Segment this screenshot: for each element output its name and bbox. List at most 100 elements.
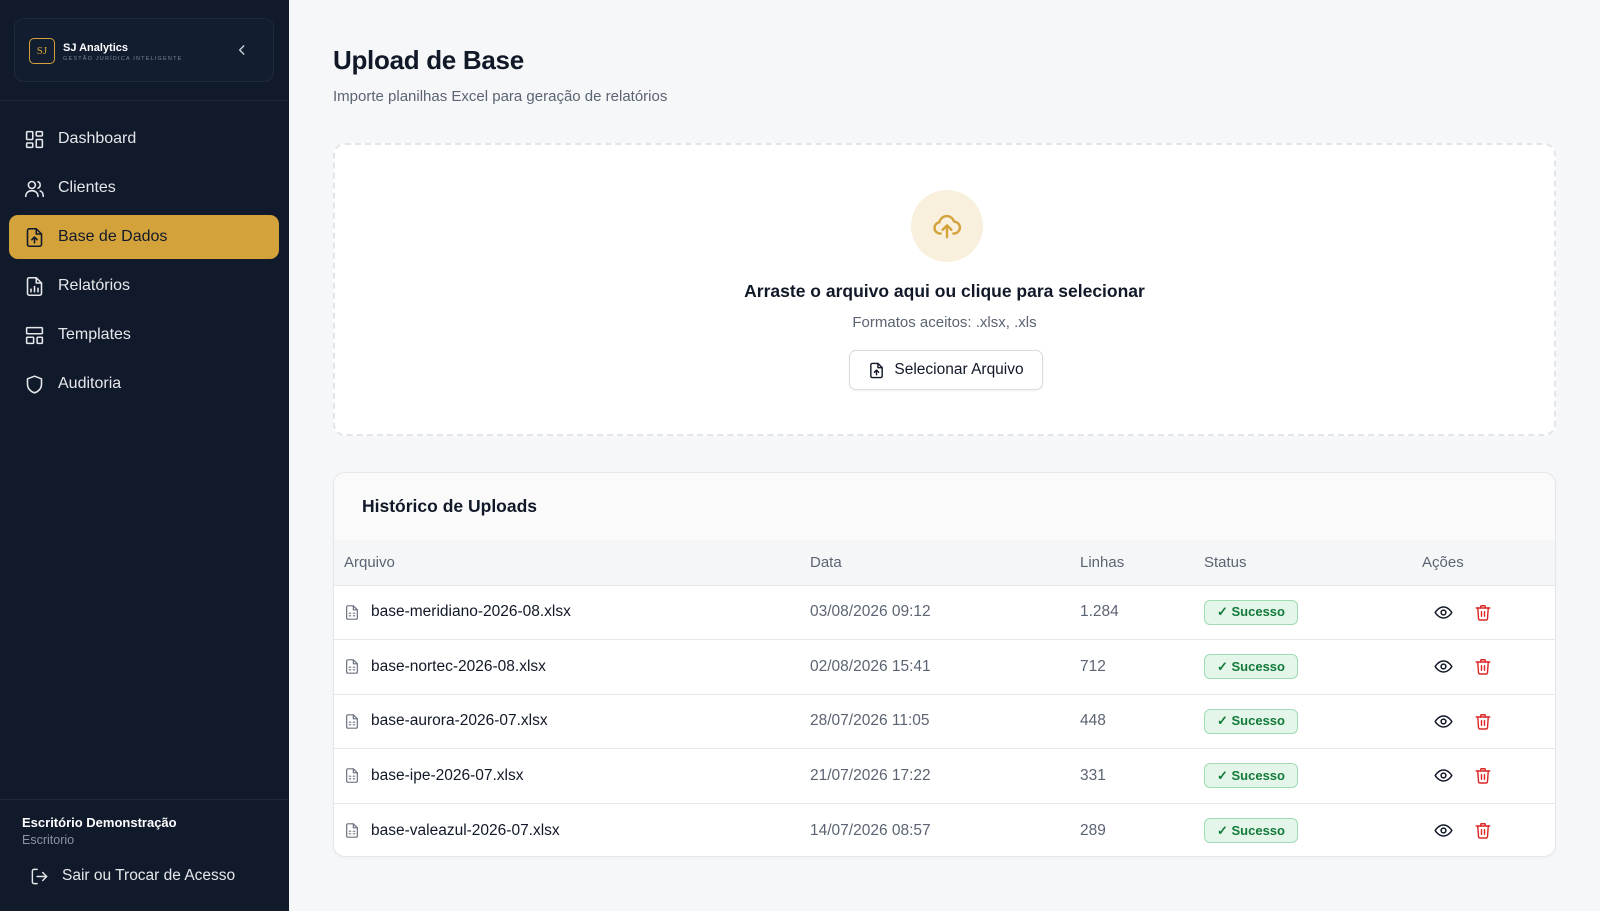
file-name: base-valeazul-2026-07.xlsx bbox=[371, 821, 560, 839]
upload-history-title: Histórico de Uploads bbox=[362, 496, 538, 516]
view-button[interactable] bbox=[1432, 710, 1454, 732]
trash-icon bbox=[1475, 604, 1491, 621]
file-upload-icon bbox=[868, 362, 885, 379]
table-row: base-meridiano-2026-08.xlsx 03/08/2026 0… bbox=[334, 585, 1555, 640]
file-name: base-ipe-2026-07.xlsx bbox=[371, 766, 524, 784]
logout-label: Sair ou Trocar de Acesso bbox=[62, 867, 236, 884]
sidebar-item-label: Relatórios bbox=[58, 277, 131, 294]
dropzone-formats: Formatos aceitos: .xlsx, .xls bbox=[852, 314, 1037, 331]
report-icon bbox=[23, 275, 45, 297]
eye-icon bbox=[1433, 605, 1453, 619]
users-icon bbox=[23, 177, 45, 199]
upload-date: 14/07/2026 08:57 bbox=[810, 821, 931, 839]
column-header-acoes: Ações bbox=[1422, 540, 1555, 586]
spreadsheet-file-icon bbox=[344, 713, 361, 730]
delete-button[interactable] bbox=[1472, 601, 1494, 623]
sidebar-footer-divider bbox=[0, 799, 289, 800]
table-row: base-valeazul-2026-07.xlsx 14/07/2026 08… bbox=[334, 803, 1555, 856]
spreadsheet-file-icon bbox=[344, 767, 361, 784]
brand-tagline: GESTÃO JURÍDICA INTELIGENTE bbox=[63, 56, 183, 62]
status-badge: ✓ Sucesso bbox=[1204, 818, 1298, 843]
trash-icon bbox=[1475, 713, 1491, 730]
upload-date: 21/07/2026 17:22 bbox=[810, 748, 1080, 804]
status-badge: ✓ Sucesso bbox=[1204, 708, 1298, 734]
delete-button[interactable] bbox=[1472, 765, 1494, 787]
delete-button[interactable] bbox=[1472, 820, 1494, 842]
sidebar-item-base-de-dados[interactable]: Base de Dados bbox=[9, 215, 279, 259]
sidebar-item-label: Templates bbox=[58, 326, 131, 343]
cloud-upload-icon bbox=[911, 190, 983, 262]
file-upload-icon bbox=[23, 226, 45, 248]
file-name: base-aurora-2026-07.xlsx bbox=[371, 712, 548, 730]
upload-history-card: Histórico de Uploads Arquivo Data Linhas… bbox=[333, 472, 1556, 857]
file-name: base-meridiano-2026-08.xlsx bbox=[371, 603, 571, 621]
upload-date: 02/08/2026 15:41 bbox=[810, 639, 1080, 695]
column-header-status: Status bbox=[1204, 540, 1422, 586]
spreadsheet-file-icon bbox=[344, 604, 361, 621]
eye-icon bbox=[1433, 824, 1453, 837]
row-count: 331 bbox=[1080, 748, 1204, 804]
sidebar-item-auditoria[interactable]: Auditoria bbox=[9, 362, 279, 406]
sidebar-item-relatorios[interactable]: Relatórios bbox=[9, 264, 279, 308]
view-button[interactable] bbox=[1432, 601, 1454, 623]
dashboard-icon bbox=[23, 128, 45, 150]
file-dropzone[interactable]: Arraste o arquivo aqui ou clique para se… bbox=[333, 143, 1556, 436]
layout-icon bbox=[23, 324, 45, 346]
view-button[interactable] bbox=[1432, 765, 1454, 787]
upload-date: 28/07/2026 11:05 bbox=[810, 694, 1080, 749]
sidebar-item-clientes[interactable]: Clientes bbox=[9, 166, 279, 210]
sidebar-item-templates[interactable]: Templates bbox=[9, 313, 279, 357]
chevron-left-icon bbox=[238, 45, 245, 55]
upload-date: 03/08/2026 09:12 bbox=[810, 585, 1080, 640]
row-count: 712 bbox=[1080, 639, 1204, 695]
sidebar-divider bbox=[0, 100, 289, 101]
row-count: 448 bbox=[1080, 694, 1204, 749]
file-name: base-nortec-2026-08.xlsx bbox=[371, 657, 546, 675]
upload-history-header: Histórico de Uploads bbox=[334, 473, 1555, 540]
sidebar-item-label: Dashboard bbox=[58, 130, 137, 147]
table-header-row: Arquivo Data Linhas Status Ações bbox=[334, 540, 1555, 586]
sidebar-item-label: Base de Dados bbox=[58, 228, 168, 245]
delete-button[interactable] bbox=[1472, 656, 1494, 678]
delete-button[interactable] bbox=[1472, 710, 1494, 732]
view-button[interactable] bbox=[1432, 820, 1454, 842]
sidebar-item-dashboard[interactable]: Dashboard bbox=[9, 117, 279, 161]
column-header-data: Data bbox=[810, 540, 1080, 586]
logout-button[interactable]: Sair ou Trocar de Acesso bbox=[30, 866, 235, 886]
office-name: Escritório Demonstração bbox=[22, 815, 177, 830]
brand-name: SJ Analytics bbox=[63, 42, 129, 54]
eye-icon bbox=[1433, 660, 1453, 674]
table-row: base-nortec-2026-08.xlsx 02/08/2026 15:4… bbox=[334, 639, 1555, 695]
spreadsheet-file-icon bbox=[344, 822, 361, 839]
eye-icon bbox=[1433, 714, 1453, 728]
sidebar-item-label: Clientes bbox=[58, 179, 116, 196]
row-count: 289 bbox=[1080, 821, 1106, 839]
status-badge: ✓ Sucesso bbox=[1204, 599, 1298, 625]
logout-icon bbox=[30, 866, 50, 886]
select-file-button[interactable]: Selecionar Arquivo bbox=[849, 350, 1043, 390]
trash-icon bbox=[1475, 659, 1491, 675]
sidebar-nav: Dashboard Clientes Base de Dados Relatór… bbox=[9, 117, 279, 411]
brand-card: SJ SJ Analytics GESTÃO JURÍDICA INTELIGE… bbox=[14, 18, 274, 82]
spreadsheet-file-icon bbox=[344, 658, 361, 675]
select-file-label: Selecionar Arquivo bbox=[894, 361, 1024, 378]
eye-icon bbox=[1433, 769, 1453, 783]
dropzone-title: Arraste o arquivo aqui ou clique para se… bbox=[744, 281, 1145, 301]
collapse-sidebar-button[interactable] bbox=[233, 41, 251, 59]
row-count: 1.284 bbox=[1080, 585, 1204, 640]
page-subtitle: Importe planilhas Excel para geração de … bbox=[333, 88, 668, 105]
page-title: Upload de Base bbox=[333, 45, 524, 75]
column-header-arquivo: Arquivo bbox=[334, 540, 810, 586]
view-button[interactable] bbox=[1432, 656, 1454, 678]
trash-icon bbox=[1475, 823, 1491, 839]
shield-icon bbox=[23, 373, 45, 395]
upload-history-table: Arquivo Data Linhas Status Ações base-me… bbox=[334, 540, 1555, 856]
office-role: Escritorio bbox=[22, 833, 75, 847]
table-row: base-ipe-2026-07.xlsx 21/07/2026 17:22 3… bbox=[334, 748, 1555, 804]
trash-icon bbox=[1475, 768, 1491, 784]
brand-logo: SJ bbox=[29, 38, 55, 64]
table-row: base-aurora-2026-07.xlsx 28/07/2026 11:0… bbox=[334, 694, 1555, 749]
sidebar-item-label: Auditoria bbox=[58, 375, 122, 392]
status-badge: ✓ Sucesso bbox=[1204, 654, 1298, 680]
sidebar: SJ SJ Analytics GESTÃO JURÍDICA INTELIGE… bbox=[0, 0, 289, 911]
